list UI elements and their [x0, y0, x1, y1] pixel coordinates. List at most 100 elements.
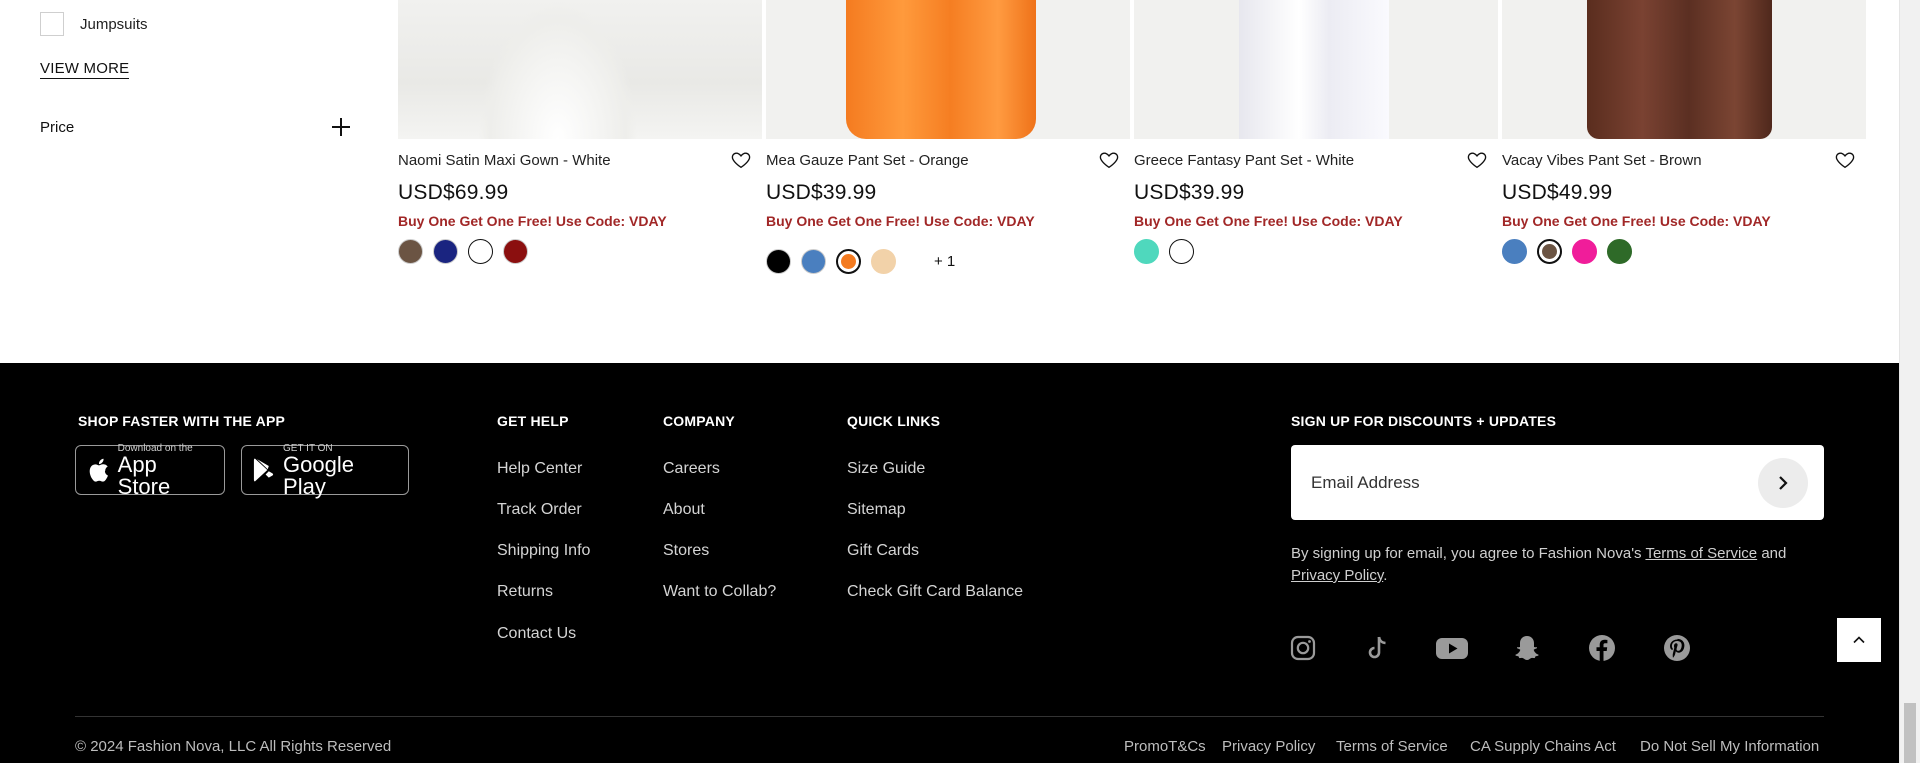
- instagram-icon[interactable]: [1288, 633, 1318, 663]
- product-price: USD$69.99: [398, 181, 509, 204]
- more-colors-count[interactable]: + 1: [934, 253, 955, 270]
- color-swatch[interactable]: [1502, 239, 1527, 264]
- price-filter-toggle[interactable]: Price: [40, 118, 350, 136]
- tiktok-icon[interactable]: [1362, 633, 1392, 663]
- about-link[interactable]: About: [663, 501, 705, 519]
- product-price: USD$39.99: [1134, 181, 1245, 204]
- product-card[interactable]: Naomi Satin Maxi Gown - White USD$69.99 …: [398, 0, 762, 264]
- facebook-icon[interactable]: [1587, 633, 1617, 663]
- get-help-heading: GET HELP: [497, 413, 569, 429]
- color-swatch[interactable]: [1572, 239, 1597, 264]
- promo-text: Buy One Get One Free! Use Code: VDAY: [1134, 213, 1403, 229]
- app-store-badge[interactable]: Download on the App Store: [75, 443, 225, 499]
- bottom-privacy-policy-link[interactable]: Privacy Policy: [1222, 738, 1315, 755]
- color-swatch[interactable]: [503, 239, 528, 264]
- product-title[interactable]: Greece Fantasy Pant Set - White: [1134, 152, 1354, 169]
- wishlist-heart-icon[interactable]: [1466, 149, 1488, 171]
- color-swatches: [398, 239, 762, 264]
- legal-prefix: By signing up for email, you agree to Fa…: [1291, 545, 1646, 562]
- careers-link[interactable]: Careers: [663, 460, 720, 478]
- gift-cards-link[interactable]: Gift Cards: [847, 542, 919, 560]
- sitemap-link[interactable]: Sitemap: [847, 501, 906, 519]
- ca-supply-chains-link[interactable]: CA Supply Chains Act: [1470, 738, 1616, 755]
- chevron-right-icon: [1779, 476, 1788, 490]
- product-card[interactable]: Greece Fantasy Pant Set - White USD$39.9…: [1134, 0, 1498, 264]
- help-center-link[interactable]: Help Center: [497, 460, 582, 478]
- email-signup-form: [1291, 445, 1824, 520]
- do-not-sell-link[interactable]: Do Not Sell My Information: [1640, 738, 1819, 755]
- product-grid: Naomi Satin Maxi Gown - White USD$69.99 …: [398, 0, 1866, 290]
- filter-sidebar: Jumpsuits VIEW MORE Price: [40, 0, 350, 136]
- back-to-top-button[interactable]: [1837, 618, 1881, 662]
- product-price: USD$39.99: [766, 181, 877, 204]
- wishlist-heart-icon[interactable]: [1098, 149, 1120, 171]
- color-swatches: [1502, 239, 1866, 264]
- product-card[interactable]: Mea Gauze Pant Set - Orange USD$39.99 Bu…: [766, 0, 1130, 274]
- promo-text: Buy One Get One Free! Use Code: VDAY: [398, 213, 667, 229]
- snapchat-icon[interactable]: [1512, 633, 1542, 663]
- product-image[interactable]: [1134, 0, 1498, 139]
- quick-links-heading: QUICK LINKS: [847, 413, 941, 429]
- signup-heading: SIGN UP FOR DISCOUNTS + UPDATES: [1291, 413, 1557, 429]
- promo-text: Buy One Get One Free! Use Code: VDAY: [766, 213, 1035, 229]
- page: Jumpsuits VIEW MORE Price Naomi Satin Ma…: [0, 0, 1920, 763]
- legal-suffix: .: [1383, 567, 1388, 584]
- color-swatch-selected[interactable]: [1537, 239, 1562, 264]
- color-swatch[interactable]: [433, 239, 458, 264]
- plus-icon[interactable]: [332, 118, 350, 136]
- scrollbar-thumb[interactable]: [1904, 703, 1916, 763]
- color-swatch[interactable]: [871, 249, 896, 274]
- filter-option-jumpsuits[interactable]: Jumpsuits: [40, 0, 350, 48]
- product-price: USD$49.99: [1502, 181, 1613, 204]
- site-footer: SHOP FASTER WITH THE APP Download on the…: [0, 363, 1899, 763]
- wishlist-heart-icon[interactable]: [1834, 149, 1856, 171]
- youtube-icon[interactable]: [1434, 633, 1470, 663]
- color-swatch[interactable]: [1607, 239, 1632, 264]
- shipping-info-link[interactable]: Shipping Info: [497, 542, 590, 560]
- apple-icon: [89, 458, 108, 482]
- chevron-up-icon: [1853, 636, 1865, 644]
- google-play-badge[interactable]: GET IT ON Google Play: [241, 443, 409, 497]
- gift-card-balance-link[interactable]: Check Gift Card Balance: [847, 583, 1023, 601]
- copyright-text: © 2024 Fashion Nova, LLC All Rights Rese…: [75, 738, 392, 755]
- company-heading: COMPANY: [663, 413, 735, 429]
- size-guide-link[interactable]: Size Guide: [847, 460, 925, 478]
- jumpsuits-checkbox[interactable]: [40, 12, 64, 36]
- color-swatch[interactable]: [766, 249, 791, 274]
- product-image[interactable]: [398, 0, 762, 139]
- play-store-icon: [253, 458, 274, 482]
- email-submit-button[interactable]: [1758, 458, 1808, 508]
- color-swatch[interactable]: [801, 249, 826, 274]
- promo-terms-link[interactable]: PromoT&Cs: [1124, 738, 1206, 755]
- color-swatch[interactable]: [1169, 239, 1194, 264]
- filter-label: Jumpsuits: [80, 15, 148, 33]
- color-swatch-selected[interactable]: [836, 249, 861, 274]
- color-swatch[interactable]: [1134, 239, 1159, 264]
- product-card[interactable]: Vacay Vibes Pant Set - Brown USD$49.99 B…: [1502, 0, 1866, 264]
- pinterest-icon[interactable]: [1662, 633, 1692, 663]
- price-filter-label: Price: [40, 118, 75, 136]
- wishlist-heart-icon[interactable]: [730, 149, 752, 171]
- collab-link[interactable]: Want to Collab?: [663, 583, 776, 601]
- footer-divider: [75, 716, 1824, 717]
- app-store-big: App Store: [117, 451, 171, 499]
- track-order-link[interactable]: Track Order: [497, 501, 582, 519]
- product-image[interactable]: [766, 0, 1130, 139]
- contact-us-link[interactable]: Contact Us: [497, 625, 576, 643]
- terms-of-service-link[interactable]: Terms of Service: [1645, 545, 1757, 562]
- product-title[interactable]: Mea Gauze Pant Set - Orange: [766, 152, 969, 169]
- color-swatches: [1134, 239, 1498, 264]
- color-swatches: + 1: [766, 249, 1130, 274]
- product-image[interactable]: [1502, 0, 1866, 139]
- stores-link[interactable]: Stores: [663, 542, 709, 560]
- color-swatch[interactable]: [398, 239, 423, 264]
- email-input[interactable]: [1311, 472, 1731, 493]
- bottom-terms-link[interactable]: Terms of Service: [1336, 738, 1448, 755]
- product-title[interactable]: Vacay Vibes Pant Set - Brown: [1502, 152, 1702, 169]
- privacy-policy-link[interactable]: Privacy Policy: [1291, 567, 1383, 584]
- color-swatch[interactable]: [468, 239, 493, 264]
- product-title[interactable]: Naomi Satin Maxi Gown - White: [398, 152, 611, 169]
- page-scrollbar[interactable]: [1899, 0, 1920, 763]
- view-more-link[interactable]: VIEW MORE: [40, 60, 130, 79]
- returns-link[interactable]: Returns: [497, 583, 553, 601]
